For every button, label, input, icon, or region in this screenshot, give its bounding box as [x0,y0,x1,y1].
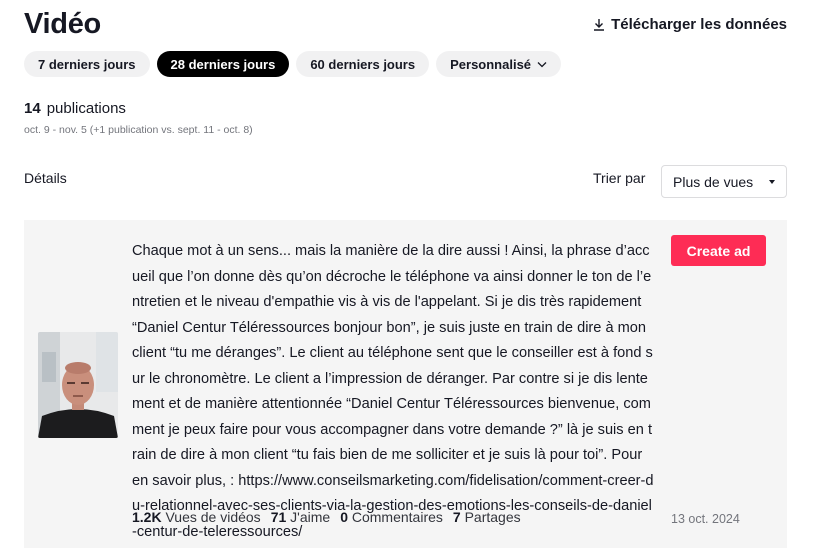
video-caption: Chaque mot à un sens... mais la manière … [132,243,654,540]
post-date: 13 oct. 2024 [671,512,740,526]
stat-value: 0 [340,509,348,525]
video-thumbnail[interactable] [38,332,118,438]
create-ad-button[interactable]: Create ad [671,235,766,266]
sort-select[interactable]: Plus de vues [661,165,787,198]
stat-value: 71 [270,509,287,525]
stat-comments: 0 Commentaires [340,509,443,525]
stat-label: Vues de vidéos [165,509,261,525]
publication-count: 14 publications [24,100,126,117]
caret-down-icon [769,179,775,184]
date-range-comparison: oct. 9 - nov. 5 (+1 publication vs. sept… [24,124,253,136]
tab-label: 7 derniers jours [38,56,136,72]
stat-value: 7 [452,509,461,525]
video-stats: 1.2K Vues de vidéos 71 J'aime 0 Commenta… [132,509,521,525]
stat-label: J'aime [290,509,331,525]
page-title: Vidéo [24,8,101,40]
tab-custom[interactable]: Personnalisé [436,51,562,77]
tab-label: 60 derniers jours [310,56,416,72]
download-icon [594,19,605,31]
stat-shares: 7 Partages [453,509,521,525]
download-data-button[interactable]: Télécharger les données [593,16,787,33]
tab-7-days[interactable]: 7 derniers jours [24,51,150,77]
video-post-card[interactable]: Chaque mot à un sens... mais la manière … [24,220,787,548]
stat-label: Commentaires [351,509,443,525]
video-thumbnail-image [38,332,118,438]
chevron-down-icon [537,61,547,67]
tab-60-days[interactable]: 60 derniers jours [296,51,430,77]
stat-label: Partages [464,509,521,525]
publication-count-value: 14 [24,100,41,117]
tab-28-days[interactable]: 28 derniers jours [156,51,290,77]
stat-likes: 71 J'aime [271,509,331,525]
date-range-tabs: 7 derniers jours 28 derniers jours 60 de… [24,51,562,77]
tab-label: Personnalisé [450,56,532,72]
tab-label: 28 derniers jours [170,56,276,72]
details-heading: Détails [24,170,67,186]
publication-count-label: publications [46,100,126,117]
download-data-label: Télécharger les données [611,16,787,33]
sort-select-value: Plus de vues [673,173,754,190]
stat-value: 1.2K [132,509,162,525]
stat-views: 1.2K Vues de vidéos [132,509,261,525]
sort-label: Trier par [593,170,646,186]
